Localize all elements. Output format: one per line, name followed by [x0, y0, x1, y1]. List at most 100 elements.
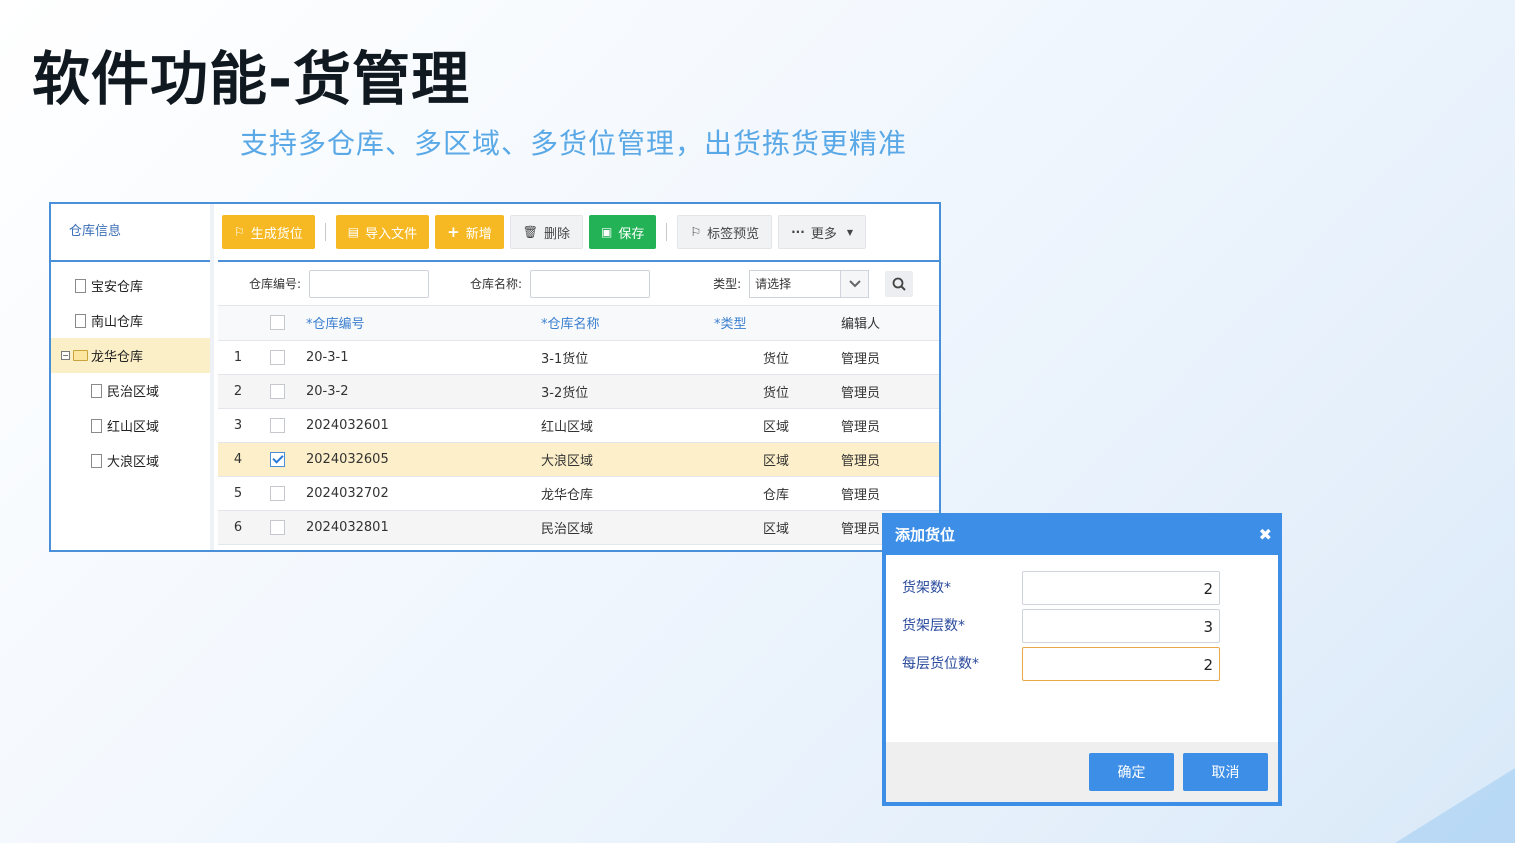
caret-down-icon: ▼ [846, 227, 853, 237]
shelf-levels-input[interactable]: 3 [1022, 609, 1220, 643]
row-checkbox[interactable] [270, 485, 285, 501]
button-label: 删除 [543, 226, 570, 242]
table-header-row: *仓库编号 *仓库名称 *类型 编辑人 [218, 306, 939, 341]
tree-item-label: 龙华仓库 [91, 350, 144, 365]
tree-item-dalang[interactable]: 大浪区域 [51, 443, 210, 478]
file-icon [91, 453, 102, 468]
table-row-selected[interactable]: 4 2024032605 大浪区域 区域 管理员 [218, 442, 939, 477]
floppy-icon: ▣ [600, 225, 613, 239]
table-row[interactable]: 5 2024032702 龙华仓库 仓库 管理员 [218, 476, 939, 511]
add-location-dialog: 添加货位 ✖ 货架数* 2 货架层数* 3 每层货位数* 2 确定 取消 [882, 513, 1282, 806]
row-code: 20-3-1 [304, 340, 538, 375]
row-editor: 管理员 [838, 442, 939, 477]
row-type: 区域 [714, 408, 838, 443]
editor-header[interactable]: 编辑人 [838, 306, 939, 341]
shelf-count-label: 货架数* [902, 580, 951, 596]
more-button[interactable]: ··· 更多 ▼ [778, 215, 866, 249]
row-checkbox[interactable] [270, 417, 285, 433]
row-name: 3-1货位 [538, 340, 714, 375]
row-name: 龙华仓库 [538, 476, 714, 511]
corner-decoration [1395, 768, 1515, 843]
row-checkbox[interactable] [270, 519, 285, 535]
code-header[interactable]: *仓库编号 [304, 306, 538, 341]
row-index: 1 [218, 340, 258, 375]
select-all-header [258, 306, 304, 341]
type-header[interactable]: *类型 [714, 306, 838, 341]
dialog-title: 添加货位 [895, 525, 956, 544]
table-row[interactable]: 6 2024032801 民治区域 区域 管理员 [218, 510, 939, 545]
code-filter-label: 仓库编号: [249, 277, 302, 291]
shelf-count-input[interactable]: 2 [1022, 571, 1220, 605]
confirm-button[interactable]: 确定 [1089, 753, 1174, 791]
dialog-footer: 确定 取消 [886, 742, 1278, 802]
name-filter-input[interactable] [530, 269, 651, 298]
row-code: 2024032801 [304, 510, 538, 545]
row-code: 2024032605 [304, 442, 538, 477]
table-row[interactable]: 2 20-3-2 3-2货位 货位 管理员 [218, 374, 939, 409]
row-checkbox[interactable] [270, 349, 285, 365]
generate-location-button[interactable]: ⚐ 生成货位 [222, 215, 315, 249]
toolbar-divider [666, 223, 668, 241]
locations-per-level-input[interactable]: 2 [1022, 647, 1220, 681]
file-icon [75, 278, 86, 293]
delete-button[interactable]: 🗑 删除 [509, 215, 583, 249]
row-editor: 管理员 [838, 408, 939, 443]
code-filter-input[interactable] [309, 269, 430, 298]
label-preview-button[interactable]: ⚐ 标签预览 [677, 215, 773, 249]
tree-item-longhua[interactable]: − 龙华仓库 [51, 338, 210, 373]
button-label: 新增 [465, 226, 492, 242]
row-checkbox[interactable] [270, 383, 285, 399]
import-file-button[interactable]: ▤ 导入文件 [335, 215, 430, 249]
row-name: 3-2货位 [538, 374, 714, 409]
add-button[interactable]: + 新增 [435, 215, 504, 249]
locations-per-level-row: 每层货位数* 2 [886, 647, 1278, 681]
tree-item-baoan[interactable]: 宝安仓库 [51, 268, 210, 303]
bookmark-icon: ⚐ [690, 225, 702, 239]
shelf-count-row: 货架数* 2 [886, 571, 1278, 605]
button-label: 生成货位 [250, 226, 303, 242]
row-index: 4 [218, 442, 258, 477]
row-index: 2 [218, 374, 258, 409]
cancel-button[interactable]: 取消 [1183, 753, 1268, 791]
table-row[interactable]: 3 2024032601 红山区域 区域 管理员 [218, 408, 939, 443]
row-index: 3 [218, 408, 258, 443]
shelf-levels-label: 货架层数* [902, 618, 965, 634]
main-panel: ⚐ 生成货位 ▤ 导入文件 + 新增 🗑 删除 ▣ 保存 ⚐ 标签预览 ··· … [218, 204, 939, 550]
plus-icon: + [447, 223, 460, 241]
tree-item-nanshan[interactable]: 南山仓库 [51, 303, 210, 338]
button-label: 标签预览 [707, 226, 760, 242]
type-filter-label: 类型: [713, 277, 742, 291]
save-button[interactable]: ▣ 保存 [588, 215, 657, 249]
row-checkbox-cell [258, 374, 304, 409]
select-all-checkbox[interactable] [270, 315, 285, 331]
name-header[interactable]: *仓库名称 [538, 306, 714, 341]
row-editor: 管理员 [838, 476, 939, 511]
row-name: 红山区域 [538, 408, 714, 443]
table-row[interactable]: 1 20-3-1 3-1货位 货位 管理员 [218, 340, 939, 375]
tree-item-label: 宝安仓库 [91, 280, 144, 295]
ellipsis-icon: ··· [791, 225, 805, 239]
file-icon [91, 383, 102, 398]
tree-item-minzhi[interactable]: 民治区域 [51, 373, 210, 408]
tree-item-hongshan[interactable]: 红山区域 [51, 408, 210, 443]
trash-icon: 🗑 [522, 225, 538, 239]
row-code: 20-3-2 [304, 374, 538, 409]
search-button[interactable] [885, 270, 914, 297]
row-code: 2024032702 [304, 476, 538, 511]
row-type: 货位 [714, 374, 838, 409]
type-filter-select[interactable]: 请选择 [749, 269, 870, 298]
row-checkbox-checked[interactable] [270, 451, 285, 467]
row-editor: 管理员 [838, 374, 939, 409]
locations-per-level-label: 每层货位数* [902, 656, 979, 672]
button-label: 更多 [810, 226, 837, 242]
file-icon [75, 313, 86, 328]
warehouse-app-window: 仓库信息 宝安仓库 南山仓库 − 龙华仓库 民治区域 红山区域 大浪区域 ⚐ 生… [49, 202, 941, 552]
page-subtitle: 支持多仓库、多区域、多货位管理，出货拣货更精准 [240, 127, 908, 160]
tree-item-label: 大浪区域 [107, 455, 160, 470]
tree-item-label: 红山区域 [107, 420, 160, 435]
close-icon[interactable]: ✖ [1259, 525, 1272, 544]
row-type: 仓库 [714, 476, 838, 511]
row-checkbox-cell [258, 442, 304, 477]
row-type: 区域 [714, 442, 838, 477]
collapse-icon[interactable]: − [61, 351, 70, 360]
